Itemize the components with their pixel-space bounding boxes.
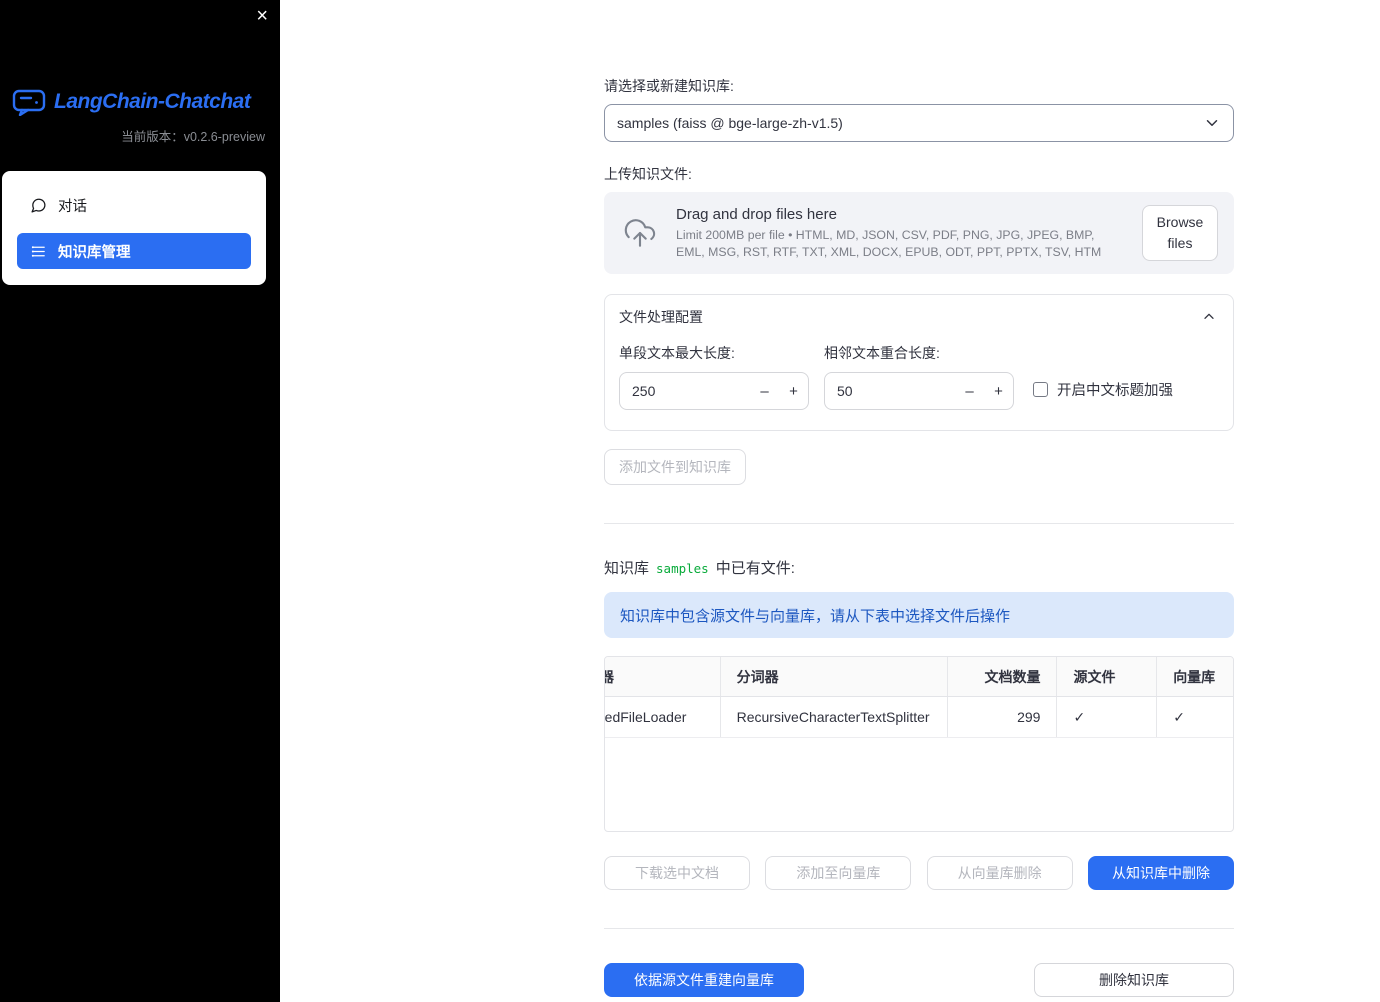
content-column: 请选择或新建知识库: samples (faiss @ bge-large-zh… xyxy=(604,0,1234,997)
column-header-vector-store: 向量库 xyxy=(1156,657,1233,696)
column-header-source-file: 源文件 xyxy=(1056,657,1156,696)
kb-select[interactable]: samples (faiss @ bge-large-zh-v1.5) xyxy=(604,104,1234,142)
cell-loader: redFileLoader xyxy=(605,709,687,725)
delete-from-vector-store-button[interactable]: 从向量库删除 xyxy=(926,856,1073,890)
minus-stepper-button[interactable]: – xyxy=(750,373,779,409)
file-action-buttons: 下载选中文档 添加至向量库 从向量库删除 从知识库中删除 xyxy=(604,856,1234,890)
kb-select-label: 请选择或新建知识库: xyxy=(604,78,734,94)
kb-files-table[interactable]: 器 分词器 文档数量 源文件 向量库 redFileLoader Recursi… xyxy=(604,656,1234,832)
delete-kb-button[interactable]: 删除知识库 xyxy=(1034,963,1234,997)
plus-stepper-button[interactable]: + xyxy=(984,373,1013,409)
divider xyxy=(604,523,1234,524)
rebuild-vector-store-button[interactable]: 依据源文件重建向量库 xyxy=(604,963,804,997)
sidebar-item-label: 知识库管理 xyxy=(58,244,131,261)
overlap-size-group: 相邻文本重合长度: 50 – + xyxy=(824,343,1014,410)
plus-stepper-button[interactable]: + xyxy=(779,373,808,409)
dropzone-title: Drag and drop files here xyxy=(676,205,837,223)
checkbox-label: 开启中文标题加强 xyxy=(1057,383,1173,399)
file-dropzone[interactable]: Drag and drop files here Limit 200MB per… xyxy=(604,192,1234,274)
column-header-splitter: 分词器 xyxy=(719,657,947,696)
chevron-up-icon xyxy=(1201,309,1217,325)
kb-existing-files-line: 知识库 samples 中已有文件: xyxy=(604,557,1234,578)
checkbox-icon xyxy=(1033,382,1048,397)
add-to-vector-store-button[interactable]: 添加至向量库 xyxy=(765,856,912,890)
close-icon[interactable]: × xyxy=(256,6,268,26)
dropzone-subtitle: Limit 200MB per file • HTML, MD, JSON, C… xyxy=(676,227,1102,259)
cell-source-file-check: ✓ xyxy=(1056,697,1156,737)
column-header-docs-count: 文档数量 xyxy=(946,657,1057,696)
column-header-loader: 器 xyxy=(605,657,720,696)
overlap-size-label: 相邻文本重合长度: xyxy=(824,345,940,361)
kb-line-prefix: 知识库 xyxy=(604,560,650,577)
divider xyxy=(604,928,1234,929)
sidebar-item-chat[interactable]: 对话 xyxy=(17,187,251,223)
app-root: × LangChain-Chatchat 当前版本：v0.2.6-preview xyxy=(0,0,1380,1002)
overlap-size-value: 50 xyxy=(837,383,853,399)
chunk-size-group: 单段文本最大长度: 250 – + xyxy=(619,343,809,410)
zh-title-enhance-checkbox[interactable]: 开启中文标题加强 xyxy=(1033,379,1173,400)
overlap-size-input[interactable]: 50 – + xyxy=(824,372,1014,410)
upload-label: 上传知识文件: xyxy=(604,166,692,182)
cell-splitter: RecursiveCharacterTextSplitter xyxy=(719,697,947,737)
kb-line-suffix: 中已有文件: xyxy=(715,560,795,577)
list-icon xyxy=(30,243,47,260)
sidebar-menu: 对话 知识库管理 xyxy=(2,171,266,285)
expander-title: 文件处理配置 xyxy=(619,309,703,325)
version-text: 当前版本：v0.2.6-preview xyxy=(121,130,265,144)
table-header-row: 器 分词器 文档数量 源文件 向量库 xyxy=(605,657,1233,697)
chunk-size-label: 单段文本最大长度: xyxy=(619,345,735,361)
chat-bubble-icon xyxy=(30,197,47,214)
logo-text: LangChain-Chatchat xyxy=(54,90,251,113)
sidebar-item-knowledge-base[interactable]: 知识库管理 xyxy=(17,233,251,269)
kb-name-code: samples xyxy=(656,561,709,576)
main-content: 请选择或新建知识库: samples (faiss @ bge-large-zh… xyxy=(280,0,1380,1002)
chunk-size-value: 250 xyxy=(632,383,656,399)
chunk-size-input[interactable]: 250 – + xyxy=(619,372,809,410)
sidebar-item-label: 对话 xyxy=(58,198,87,215)
app-logo: LangChain-Chatchat xyxy=(0,0,280,116)
browse-files-button[interactable]: Browse files xyxy=(1142,205,1218,261)
delete-from-kb-button[interactable]: 从知识库中删除 xyxy=(1087,856,1234,890)
cell-vector-store-check: ✓ xyxy=(1156,697,1233,737)
expander-body: 单段文本最大长度: 250 – + 相邻文本重合长度: 50 – + 开启中文标… xyxy=(605,339,1233,430)
expander-header[interactable]: 文件处理配置 xyxy=(605,295,1233,339)
table-row[interactable]: redFileLoader RecursiveCharacterTextSpli… xyxy=(605,697,1233,738)
kb-select-value: samples (faiss @ bge-large-zh-v1.5) xyxy=(617,115,843,131)
add-files-to-kb-button[interactable]: 添加文件到知识库 xyxy=(604,449,746,485)
file-config-expander: 文件处理配置 单段文本最大长度: 250 – + 相邻文本重合长度: 50 – … xyxy=(604,294,1234,431)
chat-logo-icon xyxy=(12,88,46,116)
cell-docs-count: 299 xyxy=(946,697,1057,737)
sidebar: × LangChain-Chatchat 当前版本：v0.2.6-preview xyxy=(0,0,280,1002)
kb-bottom-actions: 依据源文件重建向量库 删除知识库 xyxy=(604,963,1234,997)
info-banner: 知识库中包含源文件与向量库，请从下表中选择文件后操作 xyxy=(604,592,1234,638)
upload-cloud-icon xyxy=(620,216,660,250)
chevron-down-icon xyxy=(1203,114,1221,132)
download-selected-button[interactable]: 下载选中文档 xyxy=(604,856,750,890)
minus-stepper-button[interactable]: – xyxy=(955,373,984,409)
dropzone-text: Drag and drop files here Limit 200MB per… xyxy=(676,206,1126,260)
